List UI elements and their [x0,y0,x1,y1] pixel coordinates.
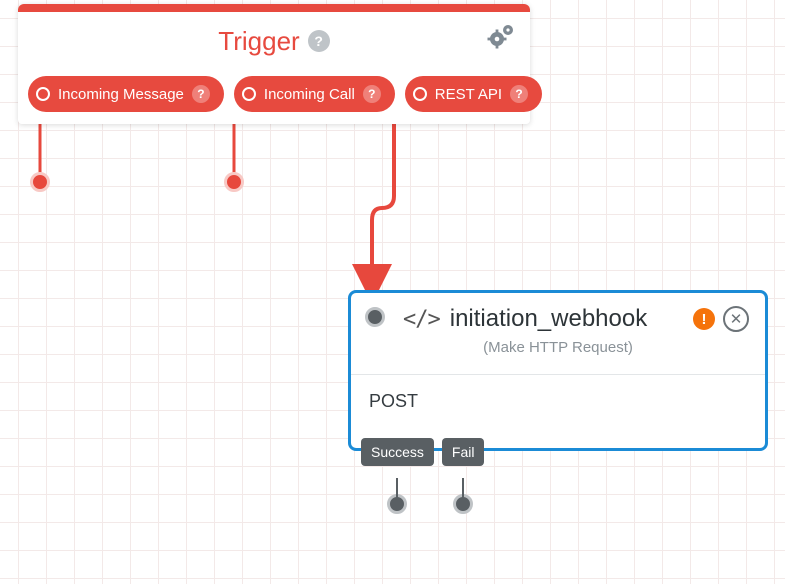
event-label: Incoming Call [264,86,355,103]
gears-icon[interactable] [486,22,516,55]
warning-icon[interactable]: ! [693,308,715,330]
close-icon[interactable]: ✕ [723,306,749,332]
trigger-node[interactable]: Trigger ? [18,4,530,124]
connector-endpoint[interactable] [387,494,407,514]
webhook-title: initiation_webhook [450,305,647,333]
port-label: Success [371,444,424,460]
trigger-accent-bar [18,4,530,12]
http-method: POST [369,391,418,411]
help-icon[interactable]: ? [510,85,528,103]
trigger-header: Trigger ? [18,12,530,70]
code-icon: </> [403,307,440,332]
output-port-fail[interactable]: Fail [442,438,485,466]
webhook-body: POST [351,374,765,448]
trigger-title: Trigger [218,26,299,57]
trigger-event-incoming-call[interactable]: Incoming Call ? [234,76,395,112]
webhook-header: </> initiation_webhook ! ✕ (Make HTTP Re… [351,293,765,374]
help-icon[interactable]: ? [308,30,330,52]
event-label: Incoming Message [58,86,184,103]
event-label: REST API [435,86,502,103]
trigger-event-rest-api[interactable]: REST API ? [405,76,542,112]
webhook-node[interactable]: </> initiation_webhook ! ✕ (Make HTTP Re… [348,290,768,451]
webhook-subtitle: (Make HTTP Request) [367,333,749,370]
output-port-icon [36,87,50,101]
help-icon[interactable]: ? [363,85,381,103]
webhook-output-ports: Success Fail [361,438,484,466]
output-port-icon [242,87,256,101]
port-label: Fail [452,444,475,460]
flow-canvas[interactable]: Trigger ? [0,0,785,584]
output-port-success[interactable]: Success [361,438,434,466]
connector-endpoint[interactable] [30,172,50,192]
help-icon[interactable]: ? [192,85,210,103]
connector-endpoint[interactable] [224,172,244,192]
trigger-event-incoming-message[interactable]: Incoming Message ? [28,76,224,112]
trigger-events: Incoming Message ? Incoming Call ? REST … [18,70,530,124]
connector-endpoint[interactable] [453,494,473,514]
output-port-icon [413,87,427,101]
